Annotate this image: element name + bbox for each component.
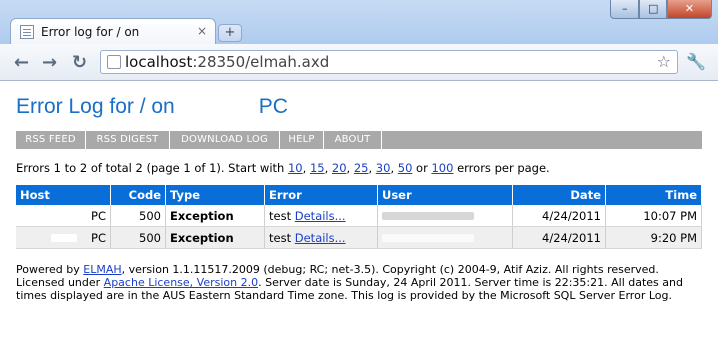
cell-user <box>377 226 513 249</box>
address-bar[interactable]: localhost:28350/elmah.axd ☆ <box>100 50 678 74</box>
cell-time: 10:07 PM <box>605 205 702 227</box>
page-size-30-link[interactable]: 30 <box>376 161 391 175</box>
rss-digest-link[interactable]: RSS DIGEST <box>86 131 170 149</box>
cell-error: test Details... <box>264 205 378 227</box>
details-link[interactable]: Details... <box>295 231 346 245</box>
back-arrow-icon[interactable]: ← <box>14 52 29 73</box>
column-type: Type <box>165 185 265 205</box>
page-viewport: Error Log for / on PC RSS FEED RSS DIGEST… <box>0 81 718 352</box>
cell-code: 500 <box>110 205 166 227</box>
browser-tab[interactable]: Error log for / on × <box>10 18 216 45</box>
new-tab-button[interactable]: + <box>218 24 242 42</box>
page-icon <box>107 55 121 69</box>
error-log-table: Host Code Type Error User Date Time PC 5… <box>16 185 702 249</box>
tab-title: Error log for / on <box>41 25 140 39</box>
browser-window: Error log for / on × + – □ ✕ ← → ↻ local… <box>0 0 718 352</box>
cell-type: Exception <box>165 226 265 249</box>
maximize-button[interactable]: □ <box>639 0 667 19</box>
redacted-user <box>382 212 474 220</box>
title-bar: Error log for / on × + – □ ✕ <box>0 0 718 45</box>
minimize-button[interactable]: – <box>610 0 640 19</box>
cell-type: Exception <box>165 205 265 227</box>
cell-user <box>377 205 513 227</box>
wrench-menu-icon[interactable]: 🔧 <box>686 52 706 71</box>
table-header-row: Host Code Type Error User Date Time <box>16 185 702 205</box>
apache-license-link[interactable]: Apache License, Version 2.0 <box>104 276 258 289</box>
window-controls: – □ ✕ <box>610 0 712 20</box>
column-code: Code <box>110 185 166 205</box>
cell-date: 4/24/2011 <box>512 205 606 227</box>
about-link[interactable]: ABOUT <box>324 131 382 149</box>
page-size-20-link[interactable]: 20 <box>332 161 347 175</box>
page-stats: Errors 1 to 2 of total 2 (page 1 of 1). … <box>16 161 550 175</box>
page-favicon-icon <box>20 25 34 39</box>
column-date: Date <box>512 185 606 205</box>
details-link[interactable]: Details... <box>295 209 346 223</box>
page-title: Error Log for / on PC <box>16 95 288 119</box>
page-title-text: Error Log for / on <box>16 95 175 118</box>
page-size-15-link[interactable]: 15 <box>310 161 325 175</box>
elmah-link[interactable]: ELMAH <box>83 263 121 276</box>
cell-time: 9:20 PM <box>605 226 702 249</box>
cell-code: 500 <box>110 226 166 249</box>
forward-arrow-icon[interactable]: → <box>42 52 57 73</box>
tab-close-icon[interactable]: × <box>197 24 207 38</box>
cell-error: test Details... <box>264 226 378 249</box>
cell-host: PC <box>16 205 111 227</box>
redacted-user <box>382 234 474 242</box>
table-row: PC 500 Exception test Details... 4/24/20… <box>16 226 702 249</box>
table-row: PC 500 Exception test Details... 4/24/20… <box>16 205 702 227</box>
download-log-link[interactable]: DOWNLOAD LOG <box>170 131 280 149</box>
rss-feed-link[interactable]: RSS FEED <box>16 131 86 149</box>
page-size-25-link[interactable]: 25 <box>354 161 369 175</box>
column-time: Time <box>605 185 702 205</box>
page-size-100-link[interactable]: 100 <box>431 161 453 175</box>
speed-bar: RSS FEED RSS DIGEST DOWNLOAD LOG HELP AB… <box>16 131 702 149</box>
cell-date: 4/24/2011 <box>512 226 606 249</box>
column-error: Error <box>264 185 378 205</box>
page-size-10-link[interactable]: 10 <box>288 161 303 175</box>
bookmark-star-icon[interactable]: ☆ <box>657 52 671 71</box>
page-footer: Powered by ELMAH, version 1.1.11517.2009… <box>16 263 683 302</box>
reload-icon[interactable]: ↻ <box>72 52 87 73</box>
browser-toolbar: ← → ↻ localhost:28350/elmah.axd ☆ 🔧 <box>0 44 718 81</box>
cell-host: PC <box>16 226 111 249</box>
column-user: User <box>377 185 513 205</box>
close-window-button[interactable]: ✕ <box>666 0 712 19</box>
page-title-host: PC <box>258 95 288 118</box>
help-link[interactable]: HELP <box>280 131 324 149</box>
page-size-50-link[interactable]: 50 <box>398 161 413 175</box>
url-text: localhost:28350/elmah.axd <box>125 53 330 71</box>
column-host: Host <box>16 185 111 205</box>
